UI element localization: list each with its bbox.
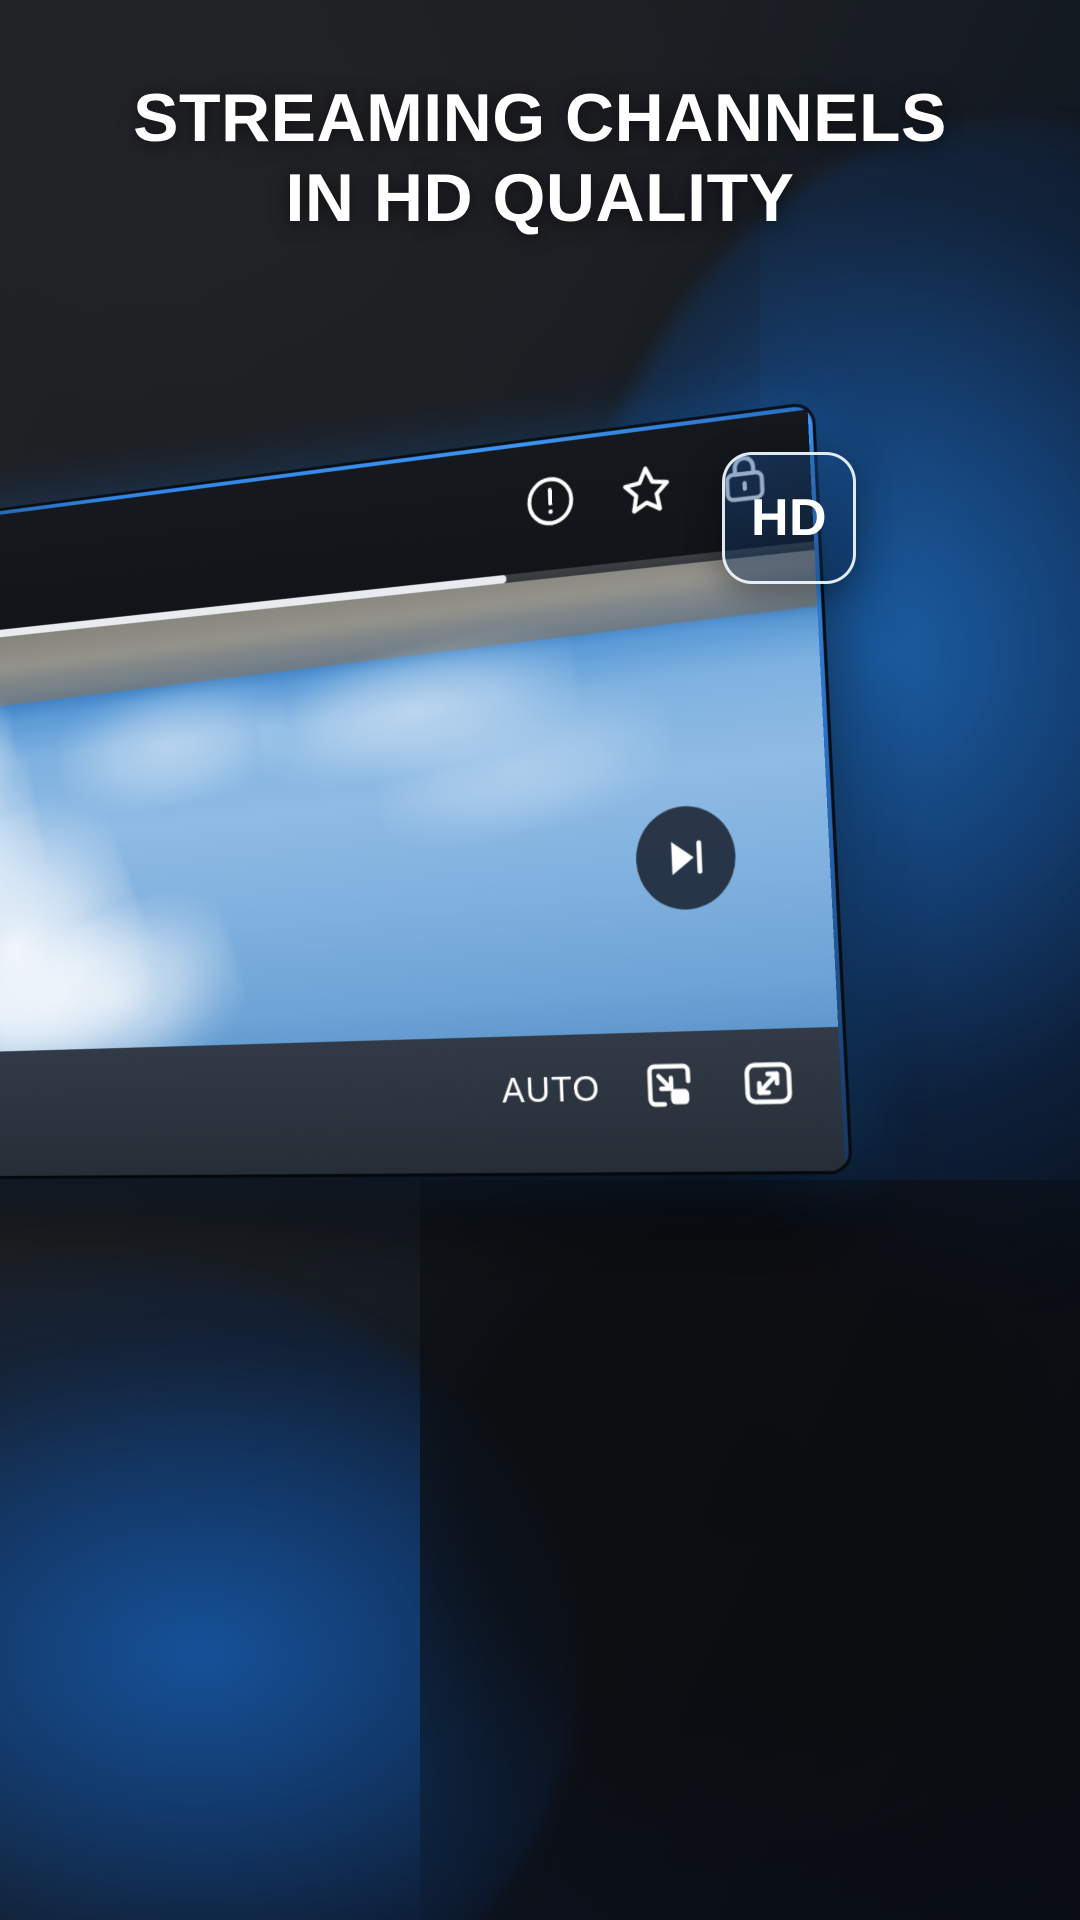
- hd-badge-label: HD: [750, 489, 828, 547]
- skip-next-icon: [671, 840, 703, 876]
- background-shade-bottom-right: [420, 1180, 1080, 1920]
- report-icon[interactable]: [522, 469, 579, 533]
- promo-screenshot: STREAMING CHANNELS IN HD QUALITY AUTO HD: [0, 0, 1080, 1920]
- page-title: STREAMING CHANNELS IN HD QUALITY: [0, 78, 1080, 238]
- picture-in-picture-icon[interactable]: [640, 1055, 699, 1121]
- quality-auto-label[interactable]: AUTO: [501, 1068, 601, 1112]
- headline-line-2: IN HD QUALITY: [285, 160, 795, 236]
- player-bottom-actions: AUTO: [501, 1053, 799, 1123]
- headline-line-1: STREAMING CHANNELS: [133, 80, 947, 156]
- player-bottom-bar: AUTO: [0, 1026, 850, 1178]
- hd-quality-badge: HD: [722, 452, 856, 584]
- fullscreen-icon[interactable]: [738, 1053, 799, 1120]
- video-surface[interactable]: [0, 549, 843, 1058]
- favorite-star-icon[interactable]: [616, 456, 677, 523]
- device-mockup: AUTO: [0, 404, 850, 1178]
